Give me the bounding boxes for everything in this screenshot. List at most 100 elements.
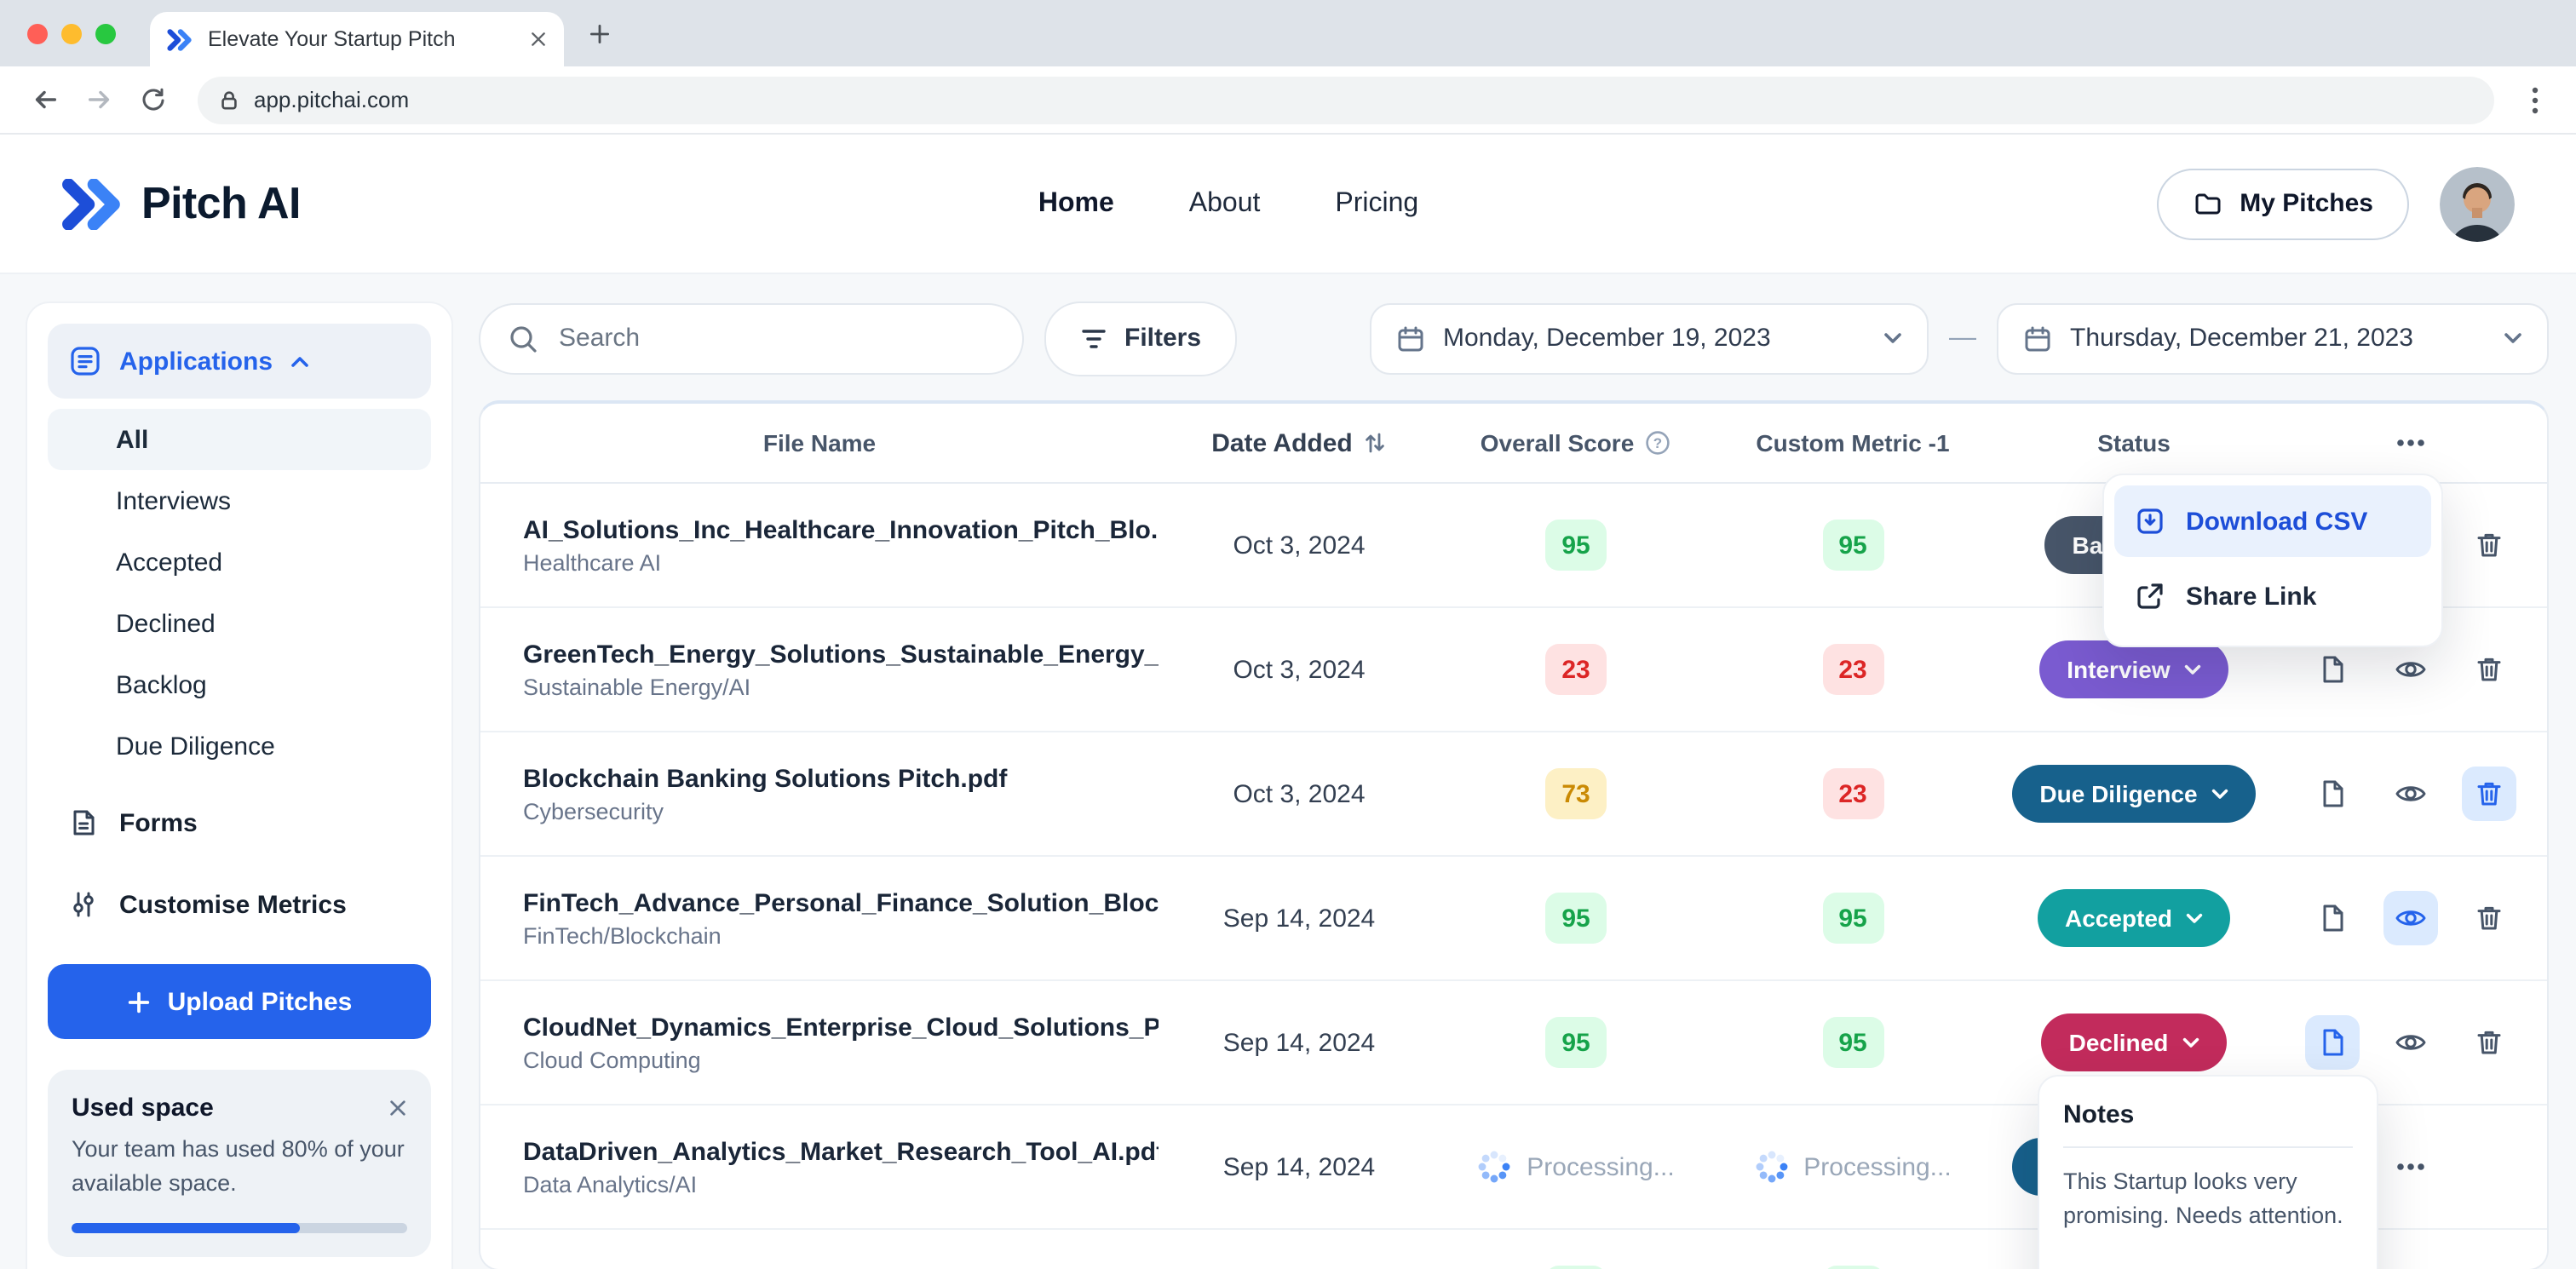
chevron-down-icon (2182, 1036, 2199, 1047)
sidebar-item-forms[interactable]: Forms (48, 787, 431, 858)
date-to-picker[interactable]: Thursday, December 21, 2023 (1997, 302, 2549, 374)
table-header: File Name Date Added Overall Score ? Cus… (480, 404, 2547, 484)
file-name: DataDriven_Analytics_Market_Research_Too… (523, 1137, 1159, 1166)
overall-score-badge: 23 (1545, 644, 1607, 695)
trash-icon[interactable] (2462, 1264, 2516, 1269)
site-header: Pitch AI Home About Pricing My Pitches (0, 135, 2576, 274)
sidebar-item-accepted[interactable]: Accepted (48, 531, 431, 593)
table-row: Blockchain Banking Solutions Pitch.pdf C… (480, 732, 2547, 857)
chevron-down-icon (2184, 663, 2200, 674)
custom-metric-badge: 95 (1822, 893, 1883, 944)
used-space-fill (72, 1223, 300, 1234)
browser-tab[interactable]: Elevate Your Startup Pitch (150, 12, 564, 66)
chevron-down-icon (2211, 788, 2228, 798)
eye-icon[interactable] (2383, 1264, 2438, 1269)
file-icon[interactable] (2305, 1015, 2360, 1070)
date-added: Oct 3, 2024 (1233, 531, 1366, 560)
nav-about[interactable]: About (1189, 188, 1261, 219)
customise-metrics-label: Customise Metrics (119, 890, 347, 919)
status-badge[interactable]: Accepted (2037, 889, 2231, 947)
search-input[interactable] (555, 322, 995, 354)
tab-close-icon[interactable] (530, 31, 547, 48)
nav-home[interactable]: Home (1038, 188, 1114, 219)
chevron-up-icon (290, 354, 310, 368)
sidebar-item-backlog[interactable]: Backlog (48, 654, 431, 715)
column-custom-metric: Custom Metric -1 (1756, 429, 1950, 456)
eye-icon[interactable] (2383, 642, 2438, 697)
sidebar-item-due-diligence[interactable]: Due Diligence (48, 715, 431, 777)
sidebar-item-declined[interactable]: Declined (48, 593, 431, 654)
forward-icon[interactable] (75, 76, 123, 123)
trash-icon[interactable] (2462, 518, 2516, 572)
browser-tab-bar: Elevate Your Startup Pitch (0, 0, 2576, 66)
file-name: FinTech_Advance_Personal_Finance_Solutio… (523, 888, 1159, 917)
trash-icon[interactable] (2462, 891, 2516, 945)
file-icon[interactable] (2305, 767, 2360, 821)
url-text: app.pitchai.com (254, 87, 410, 112)
sidebar-item-interviews[interactable]: Interviews (48, 470, 431, 531)
new-tab-button[interactable] (588, 21, 612, 45)
download-icon (2135, 506, 2165, 537)
applications-filter-list: All Interviews Accepted Declined Backlog… (48, 409, 431, 777)
upload-pitches-button[interactable]: Upload Pitches (48, 964, 431, 1039)
my-pitches-button[interactable]: My Pitches (2156, 168, 2409, 239)
help-icon[interactable]: ? (1644, 429, 1671, 456)
eye-icon[interactable] (2383, 891, 2438, 945)
sort-icon[interactable] (1363, 431, 1387, 455)
date-added: Sep 14, 2024 (1222, 1028, 1376, 1057)
notes-body: This Startup looks very promising. Needs… (2063, 1169, 2343, 1229)
filters-label: Filters (1124, 324, 1202, 353)
calendar-icon (1395, 323, 1426, 353)
screen: Elevate Your Startup Pitch app.pitchai.c… (0, 0, 2576, 1269)
filters-button[interactable]: Filters (1044, 301, 1238, 376)
used-space-card: Used space Your team has used 80% of you… (48, 1070, 431, 1258)
eye-icon[interactable] (2383, 767, 2438, 821)
forms-icon (68, 807, 99, 838)
column-date-added[interactable]: Date Added (1159, 428, 1440, 457)
trash-icon[interactable] (2462, 642, 2516, 697)
kebab-menu-icon[interactable] (2515, 86, 2556, 113)
eye-icon[interactable] (2383, 1015, 2438, 1070)
avatar[interactable] (2439, 166, 2515, 241)
menu-item-share-link[interactable]: Share Link (2114, 560, 2431, 632)
nav-pricing[interactable]: Pricing (1335, 188, 1418, 219)
file-icon[interactable] (2305, 642, 2360, 697)
date-range-separator: — (1949, 323, 1976, 352)
svg-text:?: ? (1653, 435, 1662, 451)
date-added: Sep 14, 2024 (1222, 904, 1376, 933)
row-actions-menu: Download CSV Share Link (2102, 474, 2443, 647)
menu-item-label: Share Link (2186, 582, 2317, 611)
status-label: Interview (2067, 656, 2171, 683)
chevron-down-icon (2186, 912, 2203, 922)
file-icon[interactable] (2305, 891, 2360, 945)
reload-icon[interactable] (129, 76, 177, 123)
date-from-picker[interactable]: Monday, December 19, 2023 (1370, 302, 1929, 374)
column-status: Status (2097, 429, 2171, 456)
sidebar-item-all[interactable]: All (48, 409, 431, 470)
used-space-title: Used space (72, 1094, 214, 1123)
trash-icon[interactable] (2462, 1015, 2516, 1070)
brand-logo[interactable]: Pitch AI (61, 177, 301, 230)
file-category: Healthcare AI (523, 549, 662, 575)
menu-item-download-csv[interactable]: Download CSV (2114, 485, 2431, 557)
plus-icon (127, 989, 152, 1014)
close-icon[interactable] (388, 1099, 407, 1117)
back-icon[interactable] (20, 76, 68, 123)
tab-favicon-icon (167, 28, 193, 50)
tab-title: Elevate Your Startup Pitch (208, 27, 456, 51)
overall-score-badge: 73 (1545, 768, 1607, 819)
status-badge[interactable]: Declined (2041, 1013, 2227, 1071)
more-horizontal-icon[interactable] (2392, 424, 2429, 462)
sidebar-item-applications[interactable]: Applications (48, 324, 431, 399)
search-box[interactable] (479, 302, 1024, 374)
status-badge[interactable]: Due Diligence (2012, 765, 2256, 823)
trash-icon[interactable] (2462, 767, 2516, 821)
zoom-window-button[interactable] (95, 23, 116, 43)
sidebar-item-customise-metrics[interactable]: Customise Metrics (48, 869, 431, 940)
address-bar[interactable]: app.pitchai.com (198, 76, 2494, 123)
status-badge[interactable]: Interview (2039, 640, 2228, 698)
file-name: GreenTech_Energy_Solutions_Sustainable_E… (523, 640, 1159, 669)
minimize-window-button[interactable] (61, 23, 82, 43)
close-window-button[interactable] (27, 23, 48, 43)
row-more-icon[interactable] (2392, 1148, 2429, 1186)
